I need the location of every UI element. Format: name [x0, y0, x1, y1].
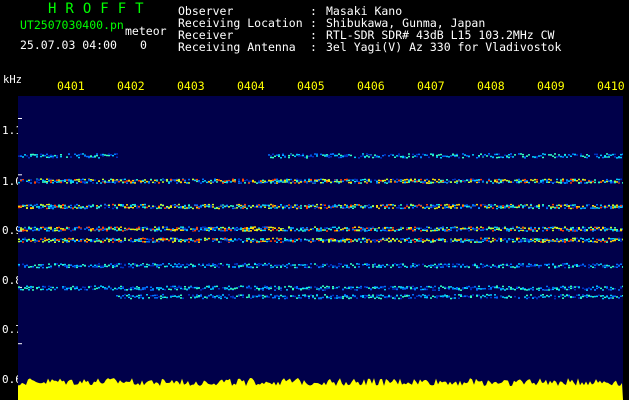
- spectrogram-background: [18, 96, 623, 400]
- spectrogram: [18, 96, 623, 400]
- time-tick-0407: 0407: [417, 81, 445, 93]
- timestamp: 25.07.03 04:00: [20, 38, 117, 52]
- time-tick-0408: 0408: [477, 81, 505, 93]
- antenna-colon: :: [310, 40, 317, 54]
- image-filename: UT2507030400.pn: [20, 18, 124, 32]
- time-tick-0402: 0402: [117, 81, 145, 93]
- frequency-unit-label: kHz: [3, 74, 22, 86]
- meteor-count: 0: [140, 38, 147, 52]
- time-tick-0405: 0405: [297, 81, 325, 93]
- time-tick-0404: 0404: [237, 81, 265, 93]
- time-tick-0409: 0409: [537, 81, 565, 93]
- time-tick-0406: 0406: [357, 81, 385, 93]
- time-tick-0410: 0410: [597, 81, 625, 93]
- time-tick-0401: 0401: [57, 81, 85, 93]
- antenna-value: 3el Yagi(V) Az 330 for Vladivostok: [326, 40, 562, 54]
- event-type-label: meteor: [125, 24, 167, 38]
- antenna-label: Receiving Antenna: [178, 40, 296, 54]
- time-tick-0403: 0403: [177, 81, 205, 93]
- app-brand: HROFFT: [48, 1, 153, 17]
